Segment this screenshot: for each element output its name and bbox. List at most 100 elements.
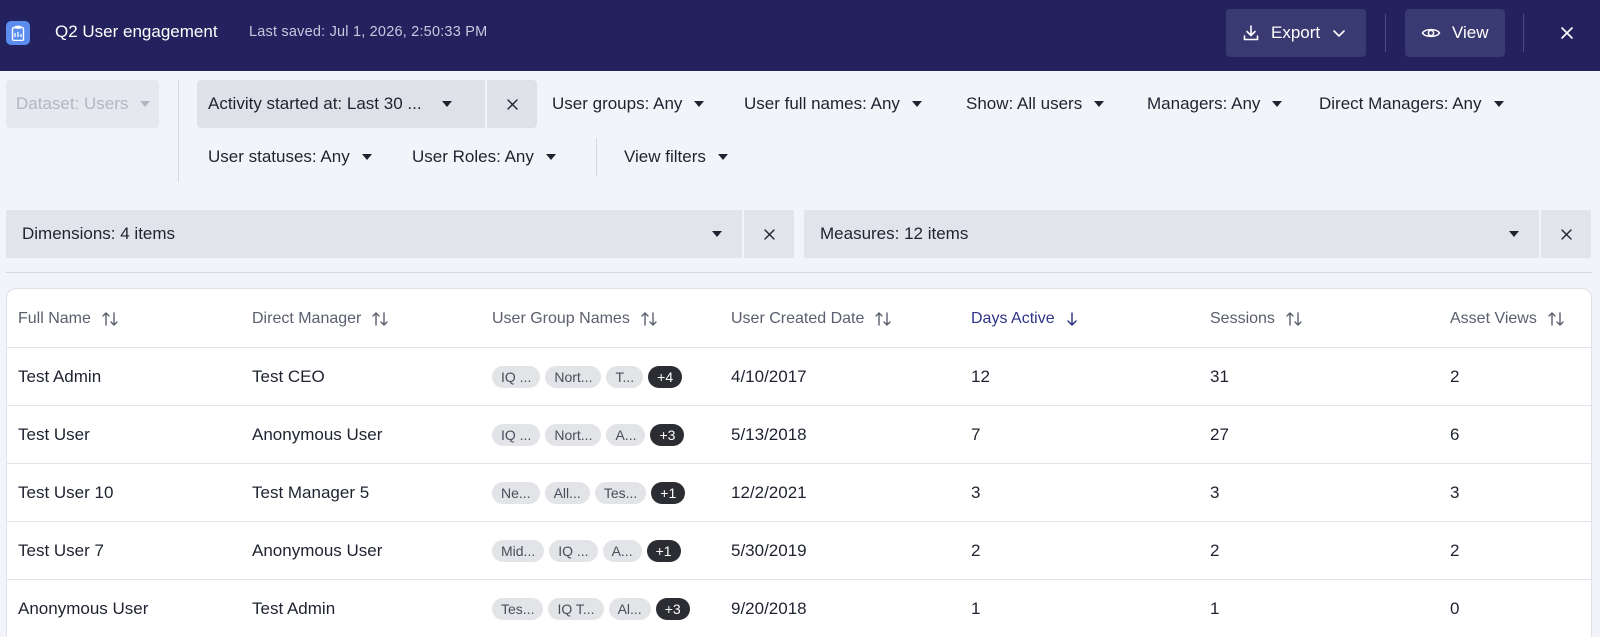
- data-table: Full Name Direct Manager User Group Name…: [6, 288, 1592, 637]
- close-icon[interactable]: [1556, 22, 1578, 44]
- asset-views-cell: 6: [1450, 424, 1460, 444]
- show-label: Show: All users: [966, 94, 1083, 113]
- activity-filter-label: Activity started at: Last 30 ...: [208, 94, 422, 113]
- more-groups-badge[interactable]: +1: [651, 481, 686, 504]
- dataset-label: Dataset: Users: [16, 94, 129, 113]
- column-label: Days Active: [971, 309, 1055, 327]
- managers-label: Managers: Any: [1147, 94, 1261, 113]
- table-row[interactable]: Test User 10 Test Manager 5 Ne... All...…: [7, 464, 1591, 522]
- group-chip: All...: [544, 481, 590, 504]
- table-row[interactable]: Test User Anonymous User IQ ... Nort... …: [7, 406, 1591, 464]
- table-row[interactable]: Anonymous User Test Admin Tes... IQ T...…: [7, 580, 1591, 637]
- sort-icon[interactable]: [640, 311, 658, 327]
- top-bar: Q2 User engagement Last saved: Jul 1, 20…: [0, 0, 1600, 71]
- created-date-cell: 5/30/2019: [731, 540, 807, 560]
- user-statuses-filter[interactable]: User statuses: Any: [208, 133, 372, 181]
- measures-select[interactable]: Measures: 12 items: [804, 210, 1539, 258]
- dimensions-label: Dimensions: 4 items: [22, 224, 176, 243]
- column-header-days-active[interactable]: Days Active: [971, 289, 1079, 348]
- eye-icon: [1421, 26, 1441, 40]
- table-row[interactable]: Test User 7 Anonymous User Mid... IQ ...…: [7, 522, 1591, 580]
- column-header-sessions[interactable]: Sessions: [1210, 289, 1303, 348]
- column-header-user-created-date[interactable]: User Created Date: [731, 289, 892, 348]
- days-active-cell: 3: [971, 482, 981, 502]
- column-header-asset-views[interactable]: Asset Views: [1450, 289, 1565, 348]
- asset-views-cell: 3: [1450, 482, 1460, 502]
- dimensions-select[interactable]: Dimensions: 4 items: [6, 210, 742, 258]
- days-active-cell: 12: [971, 366, 990, 386]
- close-icon: [1560, 228, 1572, 240]
- more-groups-badge[interactable]: +1: [646, 539, 681, 562]
- sessions-cell: 1: [1210, 598, 1220, 618]
- days-active-cell: 2: [971, 540, 981, 560]
- more-groups-badge[interactable]: +3: [650, 423, 685, 446]
- user-full-names-filter[interactable]: User full names: Any: [744, 80, 922, 128]
- export-button[interactable]: Export: [1226, 9, 1366, 57]
- full-name-cell: Test User 10: [18, 482, 114, 502]
- view-button[interactable]: View: [1405, 9, 1505, 57]
- sessions-cell: 2: [1210, 540, 1220, 560]
- chevron-down-icon: [1332, 29, 1346, 38]
- column-header-full-name[interactable]: Full Name: [18, 289, 119, 348]
- view-filters-button[interactable]: View filters: [624, 133, 728, 181]
- report-title: Q2 User engagement: [55, 22, 218, 41]
- user-groups-filter[interactable]: User groups: Any: [552, 80, 705, 128]
- caret-down-icon: [1094, 101, 1105, 107]
- clipboard-icon: [6, 21, 30, 45]
- created-date-cell: 9/20/2018: [731, 598, 807, 618]
- asset-views-cell: 0: [1450, 598, 1460, 618]
- sort-icon[interactable]: [874, 311, 892, 327]
- filter-divider: [596, 138, 597, 176]
- direct-manager-cell: Anonymous User: [252, 540, 383, 560]
- caret-down-icon: [1509, 231, 1519, 237]
- more-groups-badge[interactable]: +3: [655, 597, 690, 620]
- column-header-direct-manager[interactable]: Direct Manager: [252, 289, 389, 348]
- sort-icon[interactable]: [1547, 311, 1565, 327]
- table-row[interactable]: Test Admin Test CEO IQ ... Nort... T... …: [7, 348, 1591, 406]
- sessions-cell: 3: [1210, 482, 1220, 502]
- caret-down-icon: [361, 154, 372, 160]
- clear-activity-filter-button[interactable]: [487, 80, 537, 128]
- managers-filter[interactable]: Managers: Any: [1147, 80, 1283, 128]
- user-full-names-label: User full names: Any: [744, 94, 900, 113]
- group-chip: IQ ...: [492, 423, 541, 446]
- direct-managers-filter[interactable]: Direct Managers: Any: [1319, 80, 1504, 128]
- asset-views-cell: 2: [1450, 540, 1460, 560]
- asset-views-cell: 2: [1450, 366, 1460, 386]
- dataset-select[interactable]: Dataset: Users: [6, 80, 159, 128]
- group-chip: T...: [606, 365, 644, 388]
- group-chip: Al...: [608, 597, 651, 620]
- clear-dimensions-button[interactable]: [744, 210, 794, 258]
- caret-down-icon: [1272, 101, 1283, 107]
- user-groups-label: User groups: Any: [552, 94, 683, 113]
- sort-icon[interactable]: [1285, 311, 1303, 327]
- view-label: View: [1452, 23, 1489, 42]
- caret-down-icon: [694, 101, 705, 107]
- header-divider: [1523, 14, 1524, 52]
- full-name-cell: Test User 7: [18, 540, 104, 560]
- created-date-cell: 4/10/2017: [731, 366, 807, 386]
- export-label: Export: [1271, 23, 1321, 42]
- section-divider: [6, 272, 1592, 273]
- user-groups-cell: IQ ... Nort... T... +4: [492, 348, 683, 405]
- table-header: Full Name Direct Manager User Group Name…: [7, 289, 1591, 348]
- column-label: Full Name: [18, 309, 91, 327]
- direct-manager-cell: Test Admin: [252, 598, 336, 618]
- sort-icon[interactable]: [371, 311, 389, 327]
- column-label: Direct Manager: [252, 309, 362, 327]
- sort-icon[interactable]: [101, 311, 119, 327]
- full-name-cell: Test Admin: [18, 366, 102, 386]
- filter-divider: [178, 80, 179, 182]
- full-name-cell: Anonymous User: [18, 598, 149, 618]
- clear-measures-button[interactable]: [1541, 210, 1591, 258]
- days-active-cell: 7: [971, 424, 981, 444]
- direct-manager-cell: Test CEO: [252, 366, 325, 386]
- activity-filter[interactable]: Activity started at: Last 30 ...: [197, 80, 485, 128]
- user-roles-label: User Roles: Any: [412, 147, 534, 166]
- show-filter[interactable]: Show: All users: [966, 80, 1105, 128]
- caret-down-icon: [140, 101, 151, 107]
- more-groups-badge[interactable]: +4: [648, 365, 683, 388]
- column-header-user-group-names[interactable]: User Group Names: [492, 289, 658, 348]
- user-roles-filter[interactable]: User Roles: Any: [412, 133, 556, 181]
- sort-descending-icon[interactable]: [1065, 311, 1079, 327]
